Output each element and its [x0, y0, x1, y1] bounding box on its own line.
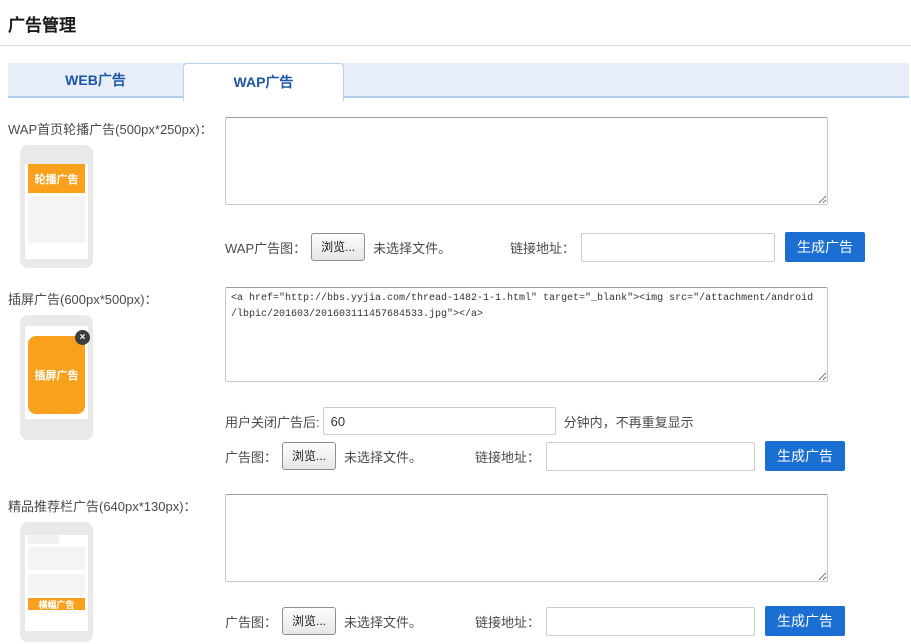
close-icon: × — [75, 330, 90, 345]
section-label: 插屏广告(600px*500px)： — [8, 287, 225, 308]
content-placeholder-block — [28, 547, 85, 570]
timeout-minutes-input[interactable] — [323, 407, 556, 435]
file-field-label: 广告图： — [225, 447, 277, 466]
interstitial-ad-preview: 插屏广告 × — [28, 336, 85, 414]
phone-screen: 插屏广告 × — [25, 326, 88, 419]
carousel-ad-preview: 轮播广告 — [28, 164, 85, 193]
link-address-input[interactable] — [581, 233, 775, 262]
generate-ad-button[interactable]: 生成广告 — [785, 232, 865, 262]
browse-button[interactable]: 浏览... — [282, 442, 336, 470]
generate-ad-button[interactable]: 生成广告 — [765, 441, 845, 471]
section-interstitial-ad: 插屏广告(600px*500px)： 插屏广告 × <a href="http:… — [8, 287, 911, 471]
interstitial-controls-row: 广告图： 浏览... 未选择文件。 链接地址： 生成广告 — [225, 441, 865, 471]
section-label: WAP首页轮播广告(500px*250px)： — [8, 117, 225, 138]
title-divider — [0, 45, 911, 46]
phone-screen: 轮播广告 — [25, 164, 88, 259]
banner-ad-preview: 横幅广告 — [28, 598, 85, 610]
banner-ad-code-textarea[interactable] — [225, 494, 828, 582]
tab-wap-ads[interactable]: WAP广告 — [183, 63, 344, 101]
link-address-input[interactable] — [546, 442, 755, 471]
no-file-selected-text: 未选择文件。 — [344, 447, 422, 466]
browse-button[interactable]: 浏览... — [282, 607, 336, 635]
phone-mockup-banner: 横幅广告 — [20, 522, 93, 642]
carousel-controls-row: WAP广告图： 浏览... 未选择文件。 链接地址： 生成广告 — [225, 232, 865, 262]
content-placeholder-block — [28, 574, 85, 595]
generate-ad-button[interactable]: 生成广告 — [765, 606, 845, 636]
link-address-label: 链接地址： — [475, 612, 540, 631]
carousel-ad-code-textarea[interactable] — [225, 117, 828, 205]
phone-screen: 横幅广告 — [25, 535, 88, 631]
link-address-label: 链接地址： — [475, 447, 540, 466]
tab-web-ads[interactable]: WEB广告 — [8, 63, 183, 98]
phone-mockup-carousel: 轮播广告 — [20, 145, 93, 268]
file-field-label: 广告图： — [225, 612, 277, 631]
link-address-label: 链接地址： — [510, 238, 575, 257]
link-address-input[interactable] — [546, 607, 755, 636]
file-upload-group: WAP广告图： 浏览... 未选择文件。 — [225, 233, 510, 261]
no-file-selected-text: 未选择文件。 — [373, 238, 451, 257]
page-title: 广告管理 — [0, 0, 911, 45]
interstitial-ad-label: 插屏广告 — [35, 367, 79, 383]
browse-button[interactable]: 浏览... — [311, 233, 365, 261]
interstitial-ad-code-textarea[interactable]: <a href="http://bbs.yyjia.com/thread-148… — [225, 287, 828, 382]
no-file-selected-text: 未选择文件。 — [344, 612, 422, 631]
timeout-label: 用户关闭广告后: — [225, 412, 320, 431]
banner-controls-row: 广告图： 浏览... 未选择文件。 链接地址： 生成广告 — [225, 606, 865, 636]
timeout-suffix-text: 分钟内，不再重复显示 — [564, 412, 694, 431]
file-upload-group: 广告图： 浏览... 未选择文件。 — [225, 607, 475, 635]
ad-type-tab-bar: WEB广告 WAP广告 — [8, 63, 909, 98]
title-placeholder-bar — [28, 535, 59, 544]
file-field-label: WAP广告图： — [225, 238, 306, 257]
timeout-row: 用户关闭广告后: 分钟内，不再重复显示 — [225, 407, 865, 435]
section-wap-carousel-ad: WAP首页轮播广告(500px*250px)： 轮播广告 WAP广告图： 浏览.… — [8, 117, 911, 268]
phone-mockup-interstitial: 插屏广告 × — [20, 315, 93, 440]
content-placeholder-block — [28, 196, 85, 243]
file-upload-group: 广告图： 浏览... 未选择文件。 — [225, 442, 475, 470]
section-featured-banner-ad: 精品推荐栏广告(640px*130px)： 横幅广告 广告图： 浏览... 未选… — [8, 494, 911, 642]
section-label: 精品推荐栏广告(640px*130px)： — [8, 494, 225, 515]
